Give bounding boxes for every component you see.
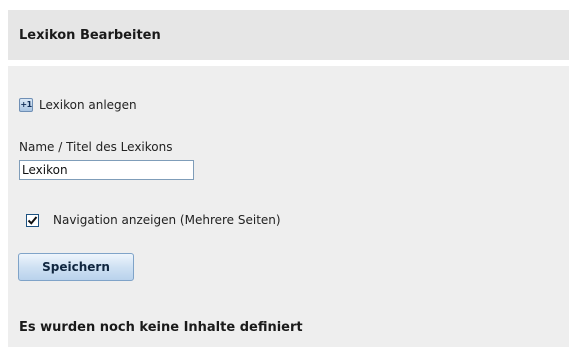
checkmark-icon (27, 215, 38, 225)
navigation-option: Navigation anzeigen (Mehrere Seiten) (26, 213, 281, 227)
add-lexikon-label[interactable]: Lexikon anlegen (39, 98, 137, 112)
name-input[interactable] (19, 160, 194, 180)
save-button[interactable]: Speichern (18, 253, 134, 281)
name-field-label: Name / Titel des Lexikons (19, 140, 173, 154)
add-icon[interactable]: +1 (19, 98, 33, 112)
navigation-checkbox-label: Navigation anzeigen (Mehrere Seiten) (53, 213, 281, 227)
edit-panel: +1 Lexikon anlegen Name / Titel des Lexi… (8, 66, 569, 347)
navigation-checkbox[interactable] (26, 213, 39, 227)
add-lexikon-link[interactable]: +1 Lexikon anlegen (19, 98, 137, 112)
section-header: Lexikon Bearbeiten (8, 10, 569, 60)
empty-content-message: Es wurden noch keine Inhalte definiert (19, 320, 303, 335)
page: Lexikon Bearbeiten +1 Lexikon anlegen Na… (0, 0, 569, 347)
page-title: Lexikon Bearbeiten (19, 27, 161, 43)
